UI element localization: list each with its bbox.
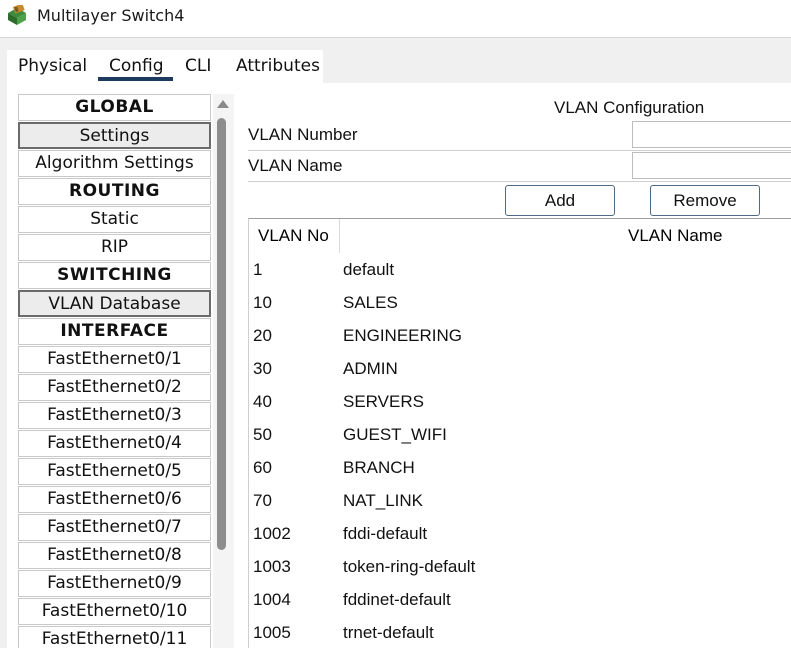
vlan-number-cell: 1002: [253, 524, 291, 543]
vlan-number-cell: 1003: [253, 557, 291, 576]
vlan-name-cell: fddinet-default: [343, 590, 451, 609]
sidebar-section-routing: ROUTING: [18, 178, 211, 205]
table-row[interactable]: 50 GUEST_WIFI: [249, 419, 791, 452]
title-bar: Multilayer Switch4: [0, 0, 791, 38]
config-sidebar: GLOBAL Settings Algorithm Settings ROUTING S…: [18, 94, 211, 648]
vlan-configuration-title: VLAN Configuration: [554, 98, 705, 117]
vlan-name-label: VLAN Name: [248, 156, 343, 175]
vlan-name-cell: NAT_LINK: [343, 491, 423, 510]
vlan-name-row: VLAN Name: [248, 151, 791, 182]
sidebar-item-fastethernet0-7[interactable]: FastEthernet0/7: [18, 514, 211, 541]
table-row[interactable]: 60 BRANCH: [249, 452, 791, 485]
table-row[interactable]: 30 ADMIN: [249, 353, 791, 386]
scroll-up-arrow-icon[interactable]: [217, 100, 229, 108]
vlan-number-cell: 20: [253, 326, 272, 345]
sidebar-section-switching: SWITCHING: [18, 262, 211, 289]
sidebar-item-fastethernet0-6[interactable]: FastEthernet0/6: [18, 486, 211, 513]
vlan-name-cell: GUEST_WIFI: [343, 425, 447, 444]
tab-physical[interactable]: Physical: [18, 56, 87, 76]
column-header-vlan-name[interactable]: VLAN Name: [628, 219, 722, 253]
vlan-name-cell: ADMIN: [343, 359, 398, 378]
sidebar-item-fastethernet0-11[interactable]: FastEthernet0/11: [18, 626, 211, 648]
vlan-number-cell: 60: [253, 458, 272, 477]
vlan-number-cell: 30: [253, 359, 272, 378]
column-header-vlan-no[interactable]: VLAN No: [249, 219, 340, 253]
sidebar-item-fastethernet0-3[interactable]: FastEthernet0/3: [18, 402, 211, 429]
vlan-number-cell: 1005: [253, 623, 291, 642]
multilayer-switch-icon: [8, 5, 26, 25]
sidebar-item-rip[interactable]: RIP: [18, 234, 211, 261]
add-vlan-button[interactable]: Add: [505, 185, 615, 216]
vlan-number-cell: 10: [253, 293, 272, 312]
table-row[interactable]: 20 ENGINEERING: [249, 320, 791, 353]
vlan-name-cell: ENGINEERING: [343, 326, 463, 345]
vlan-number-cell: 40: [253, 392, 272, 411]
vlan-name-cell: fddi-default: [343, 524, 428, 543]
sidebar-item-fastethernet0-10[interactable]: FastEthernet0/10: [18, 598, 211, 625]
vlan-name-cell: SERVERS: [343, 392, 424, 411]
sidebar-item-fastethernet0-2[interactable]: FastEthernet0/2: [18, 374, 211, 401]
table-row[interactable]: 1003 token-ring-default: [249, 551, 791, 584]
active-tab-indicator: [98, 77, 173, 81]
tab-cli[interactable]: CLI: [185, 56, 211, 76]
vlan-number-cell: 70: [253, 491, 272, 510]
vlan-number-label: VLAN Number: [248, 125, 358, 144]
table-row[interactable]: 10 SALES: [249, 287, 791, 320]
sidebar-item-fastethernet0-4[interactable]: FastEthernet0/4: [18, 430, 211, 457]
sidebar-item-fastethernet0-9[interactable]: FastEthernet0/9: [18, 570, 211, 597]
vlan-name-cell: BRANCH: [343, 458, 415, 477]
vlan-name-input[interactable]: [632, 152, 791, 179]
tab-config[interactable]: Config: [109, 56, 164, 76]
vlan-number-row: VLAN Number: [248, 120, 791, 151]
vlan-name-cell: SALES: [343, 293, 398, 312]
vlan-name-cell: token-ring-default: [343, 557, 476, 576]
table-row[interactable]: 1004 fddinet-default: [249, 584, 791, 617]
scrollbar-thumb[interactable]: [217, 118, 226, 550]
vlan-number-cell: 1004: [253, 590, 291, 609]
vlan-name-cell: trnet-default: [343, 623, 434, 642]
tab-attributes[interactable]: Attributes: [236, 56, 320, 76]
sidebar-item-fastethernet0-1[interactable]: FastEthernet0/1: [18, 346, 211, 373]
sidebar-item-algorithm-settings[interactable]: Algorithm Settings: [18, 150, 211, 177]
window-title: Multilayer Switch4: [37, 6, 185, 25]
sidebar-item-fastethernet0-8[interactable]: FastEthernet0/8: [18, 542, 211, 569]
vlan-number-cell: 1: [253, 260, 263, 279]
sidebar-item-vlan-database[interactable]: VLAN Database: [18, 290, 211, 317]
vlan-number-input[interactable]: [632, 121, 791, 148]
table-row[interactable]: 70 NAT_LINK: [249, 485, 791, 518]
vlan-table: VLAN No VLAN Name 1 default 10 SALES 20 ENGIN…: [248, 218, 791, 648]
sidebar-item-fastethernet0-5[interactable]: FastEthernet0/5: [18, 458, 211, 485]
vlan-name-cell: default: [343, 260, 395, 279]
vlan-number-cell: 50: [253, 425, 272, 444]
config-panel: GLOBAL Settings Algorithm Settings ROUTING S…: [7, 83, 791, 648]
table-row[interactable]: 1002 fddi-default: [249, 518, 791, 551]
sidebar-section-global: GLOBAL: [18, 94, 211, 121]
sidebar-item-static[interactable]: Static: [18, 206, 211, 233]
sidebar-section-interface: INTERFACE: [18, 318, 211, 345]
sidebar-item-settings[interactable]: Settings: [18, 122, 211, 149]
table-row[interactable]: 1005 trnet-default: [249, 617, 791, 648]
sidebar-scrollbar[interactable]: [213, 94, 234, 648]
tab-bar: Physical Config CLI Attributes: [7, 50, 323, 83]
table-row[interactable]: 1 default: [249, 254, 791, 287]
table-row[interactable]: 40 SERVERS: [249, 386, 791, 419]
remove-vlan-button[interactable]: Remove: [650, 185, 760, 216]
